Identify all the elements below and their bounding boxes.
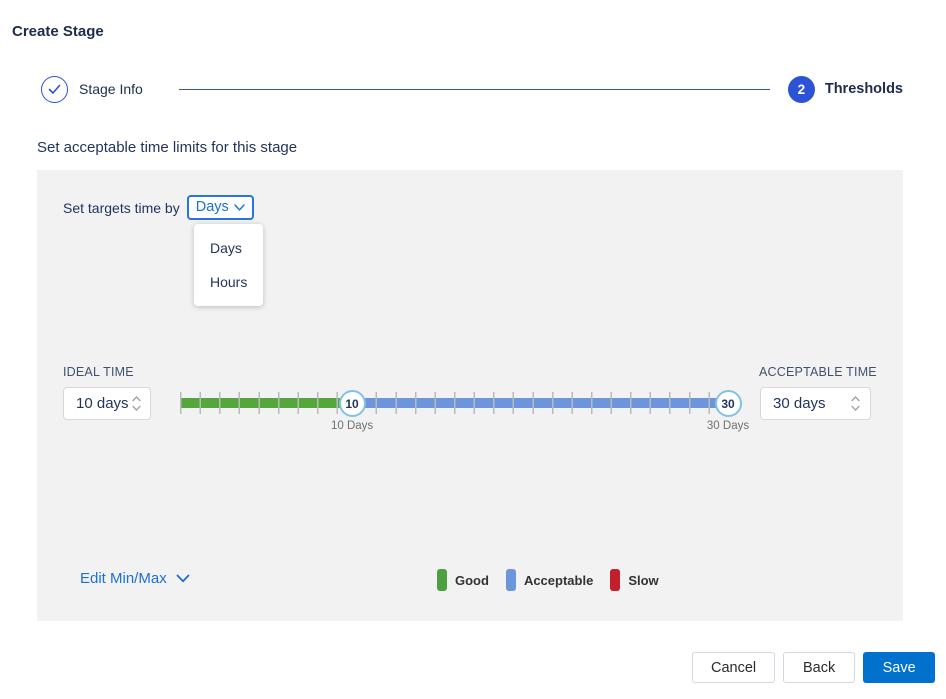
section-heading: Set acceptable time limits for this stag…: [37, 139, 297, 156]
ideal-time-value: 10 days: [64, 395, 129, 412]
legend-label-good: Good: [455, 573, 489, 588]
create-stage-dialog: Create Stage Stage Info 2 Thresholds Set…: [0, 0, 946, 699]
legend-label-slow: Slow: [628, 573, 658, 588]
chevron-down-icon: [176, 574, 190, 583]
page-title: Create Stage: [12, 23, 104, 40]
slider-max-label: 30 Days: [707, 420, 749, 432]
slider-handle-max-value: 30: [721, 397, 734, 411]
legend-item-slow: Slow: [610, 569, 658, 591]
ideal-time-label: IDEAL TIME: [63, 365, 134, 379]
unit-dropdown-menu: Days Hours: [194, 224, 263, 306]
acceptable-time-value: 30 days: [761, 395, 846, 412]
slider-handle-max[interactable]: 30: [715, 390, 742, 417]
step-thresholds-circle[interactable]: 2: [788, 76, 815, 103]
save-button[interactable]: Save: [863, 652, 935, 683]
thresholds-panel: Set targets time by Days Days Hours IDEA…: [37, 170, 903, 621]
step-stage-info-circle[interactable]: [41, 76, 68, 103]
checkmark-icon: [48, 84, 61, 95]
targets-row: Set targets time by Days: [63, 195, 254, 220]
slider-min-label: 10 Days: [331, 420, 373, 432]
chevron-down-icon: [234, 204, 245, 211]
time-range-slider: 10 30 10 Days 30 Days: [180, 385, 728, 433]
footer-actions: Cancel Back Save: [692, 652, 935, 683]
stepper-connector-line: [179, 89, 770, 90]
dropdown-option-hours[interactable]: Hours: [194, 265, 263, 299]
slider-handle-min[interactable]: 10: [339, 390, 366, 417]
step-thresholds-number: 2: [798, 82, 806, 97]
slider-handle-min-value: 10: [345, 397, 358, 411]
spinner-up-icon[interactable]: [132, 396, 141, 402]
unit-dropdown-value: Days: [196, 199, 229, 215]
stepper: Stage Info 2 Thresholds: [41, 75, 903, 103]
edit-minmax-label: Edit Min/Max: [80, 570, 167, 587]
legend-label-acceptable: Acceptable: [524, 573, 593, 588]
slider-ticks: [180, 392, 728, 414]
back-button[interactable]: Back: [783, 652, 855, 683]
legend: Good Acceptable Slow: [437, 569, 659, 591]
unit-dropdown-trigger[interactable]: Days: [187, 195, 254, 220]
spinner-up-icon[interactable]: [851, 396, 860, 402]
cancel-button[interactable]: Cancel: [692, 652, 775, 683]
step-thresholds-label: Thresholds: [825, 81, 903, 97]
legend-swatch-good: [437, 569, 447, 591]
acceptable-time-steppers: [846, 396, 870, 411]
spinner-down-icon[interactable]: [132, 405, 141, 411]
ideal-time-input[interactable]: 10 days: [63, 387, 151, 420]
edit-minmax-link[interactable]: Edit Min/Max: [80, 570, 190, 587]
dropdown-option-days[interactable]: Days: [194, 231, 263, 265]
legend-item-good: Good: [437, 569, 489, 591]
legend-swatch-acceptable: [506, 569, 516, 591]
step-stage-info-label: Stage Info: [79, 81, 143, 97]
spinner-down-icon[interactable]: [851, 405, 860, 411]
ideal-time-steppers: [129, 396, 150, 411]
legend-item-acceptable: Acceptable: [506, 569, 593, 591]
acceptable-time-label: ACCEPTABLE TIME: [759, 365, 877, 379]
acceptable-time-input[interactable]: 30 days: [760, 387, 871, 420]
legend-swatch-slow: [610, 569, 620, 591]
targets-label: Set targets time by: [63, 200, 180, 216]
